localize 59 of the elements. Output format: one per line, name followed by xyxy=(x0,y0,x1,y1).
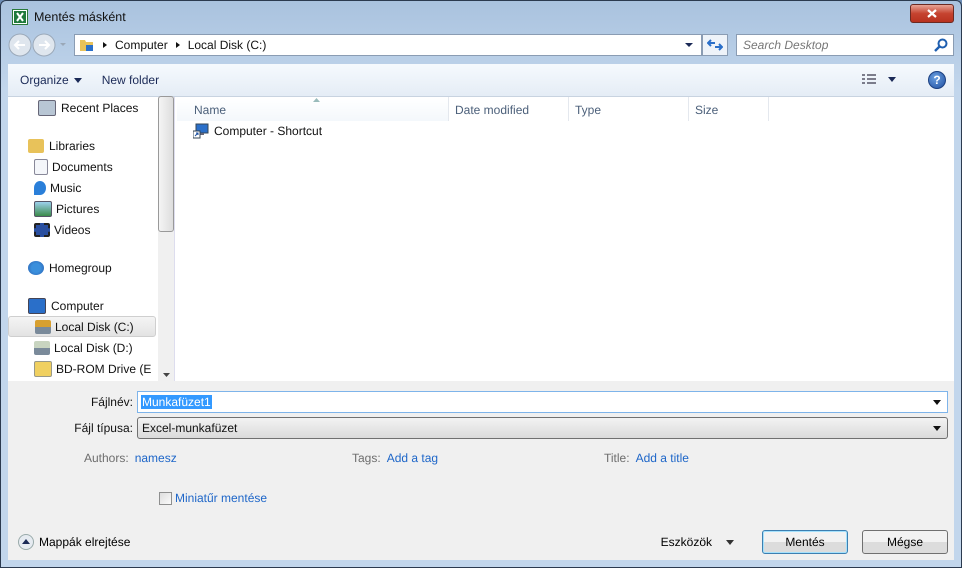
breadcrumb[interactable]: Local Disk (C:) xyxy=(188,38,266,52)
spreadsheet-app-icon xyxy=(12,8,28,24)
thumbnail-checkbox[interactable]: Miniatűr mentése xyxy=(159,491,948,505)
refresh-button[interactable] xyxy=(702,34,728,56)
sidebar-item[interactable]: Libraries xyxy=(8,135,156,156)
dropdown-icon xyxy=(685,42,693,48)
metadata-label: Title: xyxy=(604,451,630,465)
cancel-button[interactable]: Mégse xyxy=(862,530,948,554)
dropdown-icon[interactable] xyxy=(933,400,941,404)
metadata-link[interactable]: Add a tag xyxy=(386,451,438,465)
pic-icon xyxy=(34,200,52,216)
column-header[interactable]: Date modified xyxy=(449,97,569,121)
list-view-icon xyxy=(862,74,898,86)
sidebar-item[interactable]: Recent Places xyxy=(8,97,156,118)
close-button[interactable] xyxy=(910,4,954,23)
dropdown-icon xyxy=(933,426,941,430)
refresh-icon xyxy=(707,38,723,52)
metadata-link[interactable]: Add a title xyxy=(636,451,689,465)
column-header[interactable]: Size xyxy=(689,97,769,121)
window-title: Mentés másként xyxy=(34,10,126,24)
metadata-label: Tags: xyxy=(352,451,381,465)
scroll-down-icon[interactable] xyxy=(162,373,170,377)
sidebar-item[interactable]: Videos xyxy=(8,219,156,240)
caret-icon xyxy=(726,540,734,544)
caret-icon xyxy=(74,78,82,82)
sidebar-item[interactable]: Local Disk (C:) xyxy=(8,316,156,337)
metadata-link[interactable]: namesz xyxy=(134,451,177,465)
filename-label: Fájlnév: xyxy=(90,395,133,409)
sidebar-item[interactable]: Documents xyxy=(8,156,156,177)
sort-arrow-icon xyxy=(312,98,320,102)
column-header[interactable]: Name xyxy=(177,97,449,121)
sidebar-item[interactable]: Music xyxy=(8,177,156,198)
organize-menu-button[interactable]: Organize xyxy=(16,70,86,90)
search-field[interactable]: Search Desktop xyxy=(736,34,954,56)
metadata-label: Authors: xyxy=(84,451,129,465)
scrollbar-thumb[interactable] xyxy=(158,96,174,232)
file-item[interactable]: Computer - Shortcut xyxy=(191,121,324,141)
search-icon xyxy=(934,38,948,52)
new-folder-button[interactable]: New folder xyxy=(98,70,164,90)
collapse-icon xyxy=(18,534,34,550)
file-type-label: Fájl típusa: xyxy=(73,421,133,435)
chevron-icon xyxy=(101,41,109,49)
sidebar-item[interactable]: Homegroup xyxy=(8,257,156,278)
chevron-icon xyxy=(174,41,182,49)
file-type-dropdown[interactable]: Excel-munkafüzet xyxy=(137,417,948,439)
sidebar-item[interactable]: BD-ROM Drive (E xyxy=(8,358,156,379)
sidebar-item[interactable]: Local Disk (D:) xyxy=(8,337,156,358)
tools-menu-button[interactable]: Eszközök xyxy=(654,534,740,550)
sidebar-item[interactable]: Pictures xyxy=(8,198,156,219)
close-icon xyxy=(927,9,937,18)
breadcrumb[interactable]: Computer xyxy=(115,38,168,52)
sidebar-item[interactable]: Computer xyxy=(8,295,156,316)
hide-folders-button[interactable]: Mappák elrejtése xyxy=(8,534,130,550)
column-header[interactable]: Type xyxy=(569,97,689,121)
address-bar[interactable]: Computer Local Disk (C:) xyxy=(74,34,702,56)
save-button[interactable]: Mentés xyxy=(762,530,848,554)
folder-icon xyxy=(79,37,95,53)
shortcut-computer-icon xyxy=(193,123,209,139)
scrollbar[interactable] xyxy=(158,97,174,381)
